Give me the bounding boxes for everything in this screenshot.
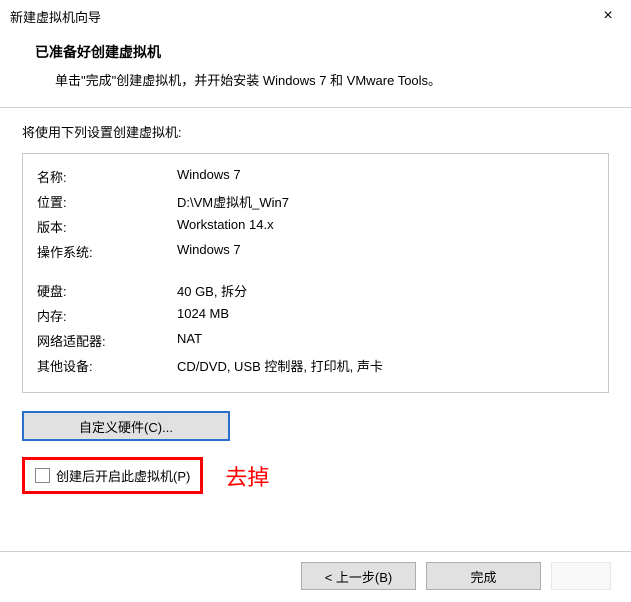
- settings-intro: 将使用下列设置创建虚拟机:: [22, 122, 609, 141]
- table-row: 操作系统: Windows 7: [37, 239, 594, 264]
- footer: < 上一步(B) 完成: [0, 551, 631, 602]
- setting-value: Windows 7: [177, 239, 594, 264]
- content-area: 将使用下列设置创建虚拟机: 名称: Windows 7 位置: D:\VM虚拟机…: [0, 108, 631, 504]
- checkbox-row: 创建后开启此虚拟机(P) 去掉: [22, 457, 609, 494]
- setting-value: D:\VM虚拟机_Win7: [177, 189, 594, 214]
- table-row: 版本: Workstation 14.x: [37, 214, 594, 239]
- page-description: 单击"完成"创建虚拟机，并开始安装 Windows 7 和 VMware Too…: [35, 70, 611, 89]
- setting-value: NAT: [177, 328, 594, 353]
- table-row: 硬盘: 40 GB, 拆分: [37, 278, 594, 303]
- settings-table: 名称: Windows 7 位置: D:\VM虚拟机_Win7 版本: Work…: [37, 164, 594, 378]
- titlebar: 新建虚拟机向导 ×: [0, 0, 631, 30]
- setting-label: 位置:: [37, 189, 177, 214]
- table-row: 内存: 1024 MB: [37, 303, 594, 328]
- setting-label: 内存:: [37, 303, 177, 328]
- setting-value: 40 GB, 拆分: [177, 278, 594, 303]
- setting-value: 1024 MB: [177, 303, 594, 328]
- setting-value: Workstation 14.x: [177, 214, 594, 239]
- annotation-box: 创建后开启此虚拟机(P): [22, 457, 203, 494]
- setting-value: CD/DVD, USB 控制器, 打印机, 声卡: [177, 353, 594, 378]
- table-row: 位置: D:\VM虚拟机_Win7: [37, 189, 594, 214]
- setting-label: 版本:: [37, 214, 177, 239]
- customize-hardware-button[interactable]: 自定义硬件(C)...: [22, 411, 230, 441]
- cancel-button[interactable]: [551, 562, 611, 590]
- spacer: [37, 264, 594, 278]
- page-title: 已准备好创建虚拟机: [35, 42, 611, 62]
- finish-button[interactable]: 完成: [426, 562, 541, 590]
- settings-box: 名称: Windows 7 位置: D:\VM虚拟机_Win7 版本: Work…: [22, 153, 609, 393]
- setting-label: 其他设备:: [37, 353, 177, 378]
- setting-label: 操作系统:: [37, 239, 177, 264]
- setting-value: Windows 7: [177, 164, 594, 189]
- header-section: 已准备好创建虚拟机 单击"完成"创建虚拟机，并开始安装 Windows 7 和 …: [0, 30, 631, 107]
- power-on-checkbox-label[interactable]: 创建后开启此虚拟机(P): [56, 466, 190, 485]
- table-row: 名称: Windows 7: [37, 164, 594, 189]
- close-icon[interactable]: ×: [595, 7, 621, 25]
- power-on-checkbox[interactable]: [35, 468, 50, 483]
- setting-label: 网络适配器:: [37, 328, 177, 353]
- table-row: 网络适配器: NAT: [37, 328, 594, 353]
- setting-label: 硬盘:: [37, 278, 177, 303]
- table-row: 其他设备: CD/DVD, USB 控制器, 打印机, 声卡: [37, 353, 594, 378]
- annotation-text: 去掉: [225, 460, 269, 492]
- setting-label: 名称:: [37, 164, 177, 189]
- window-title: 新建虚拟机向导: [10, 7, 101, 26]
- back-button[interactable]: < 上一步(B): [301, 562, 416, 590]
